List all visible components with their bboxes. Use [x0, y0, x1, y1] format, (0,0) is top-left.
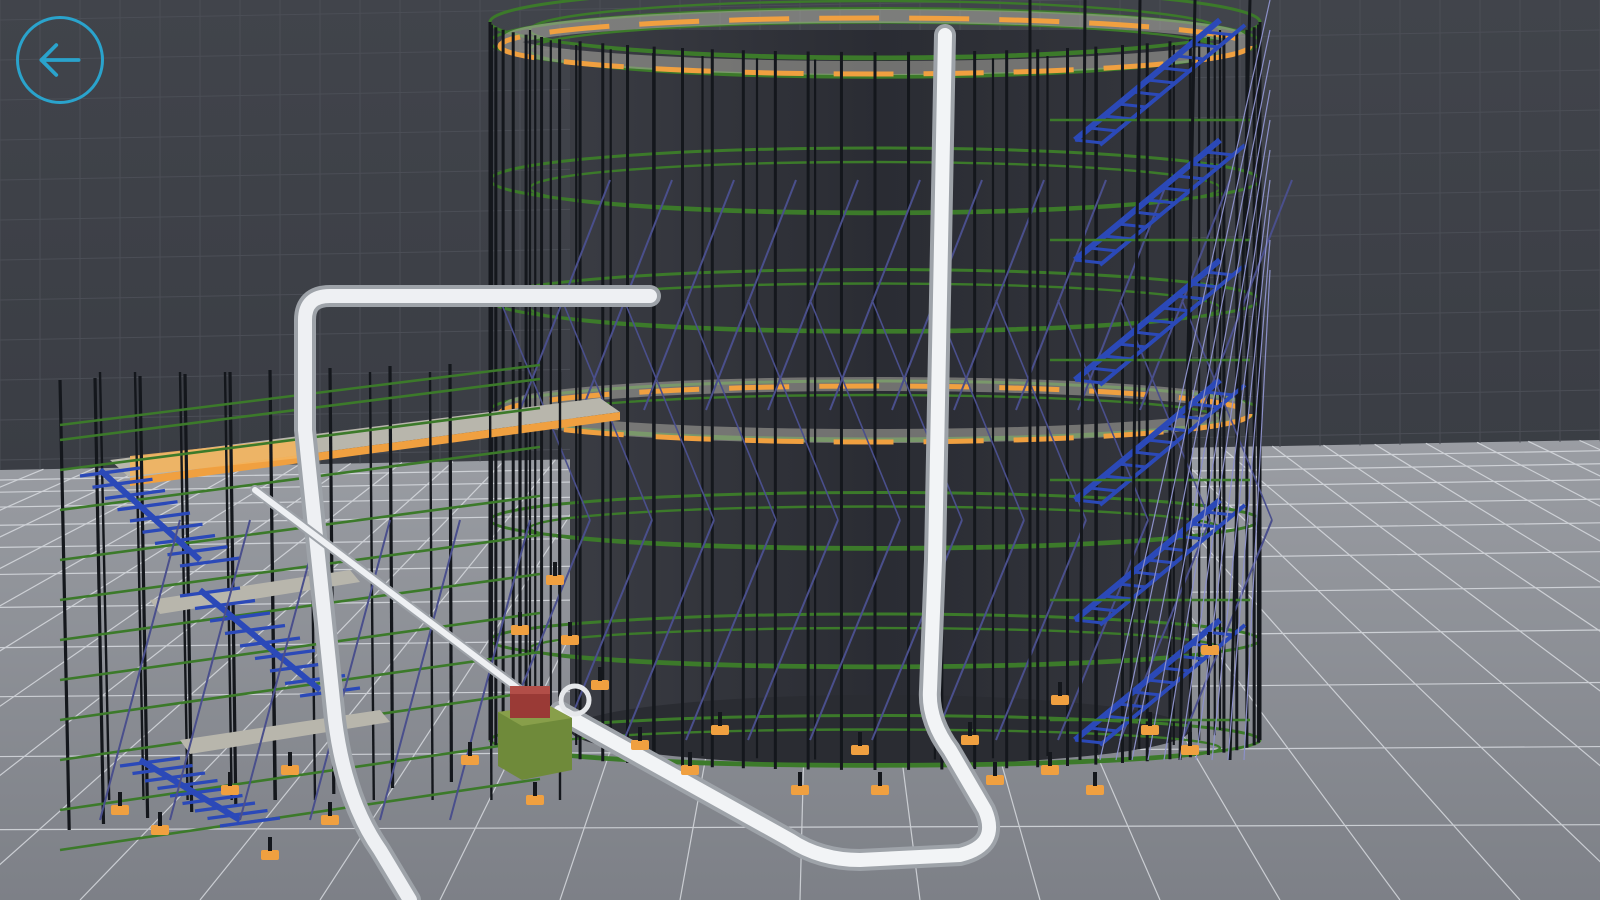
base-plate — [1051, 695, 1069, 705]
base-plate — [111, 805, 129, 815]
base-jack — [1058, 682, 1062, 696]
base-jack — [228, 772, 232, 786]
base-plate — [961, 735, 979, 745]
arrow-left-icon — [39, 43, 81, 77]
base-plate — [526, 795, 544, 805]
base-jack — [718, 712, 722, 726]
base-plate — [151, 825, 169, 835]
standard-tube — [488, 371, 493, 801]
base-plate — [711, 725, 729, 735]
base-plate — [1086, 785, 1104, 795]
base-plate — [546, 575, 564, 585]
base-jack — [878, 772, 882, 786]
base-plate — [221, 785, 239, 795]
base-jack — [798, 772, 802, 786]
base-plate — [1141, 725, 1159, 735]
base-plate — [591, 680, 609, 690]
base-plate — [1041, 765, 1059, 775]
base-plate — [321, 815, 339, 825]
base-jack — [533, 782, 537, 796]
base-jack — [1208, 632, 1212, 646]
base-jack — [858, 732, 862, 746]
base-plate — [1201, 645, 1219, 655]
base-plate — [1181, 745, 1199, 755]
base-plate — [281, 765, 299, 775]
base-plate — [986, 775, 1004, 785]
back-button[interactable] — [16, 16, 104, 104]
base-plate — [561, 635, 579, 645]
base-jack — [568, 622, 572, 636]
base-plate — [871, 785, 889, 795]
base-jack — [1093, 772, 1097, 786]
base-jack — [328, 802, 332, 816]
base-plate — [631, 740, 649, 750]
base-jack — [638, 727, 642, 741]
base-jack — [968, 722, 972, 736]
base-jack — [288, 752, 292, 766]
base-jack — [1148, 712, 1152, 726]
base-jack — [518, 612, 522, 626]
base-jack — [1048, 752, 1052, 766]
base-jack — [993, 762, 997, 776]
base-plate — [851, 745, 869, 755]
base-jack — [268, 837, 272, 851]
base-plate — [681, 765, 699, 775]
base-plate — [461, 755, 479, 765]
base-jack — [688, 752, 692, 766]
base-jack — [118, 792, 122, 806]
base-jack — [553, 562, 557, 576]
scaffold-scene[interactable] — [0, 0, 1600, 900]
base-jack — [1188, 732, 1192, 746]
base-plate — [511, 625, 529, 635]
standard-tube — [448, 363, 453, 783]
base-plate — [791, 785, 809, 795]
base-jack — [158, 812, 162, 826]
3d-viewport[interactable] — [0, 0, 1600, 900]
base-plate — [261, 850, 279, 860]
base-jack — [468, 742, 472, 756]
base-jack — [598, 667, 602, 681]
